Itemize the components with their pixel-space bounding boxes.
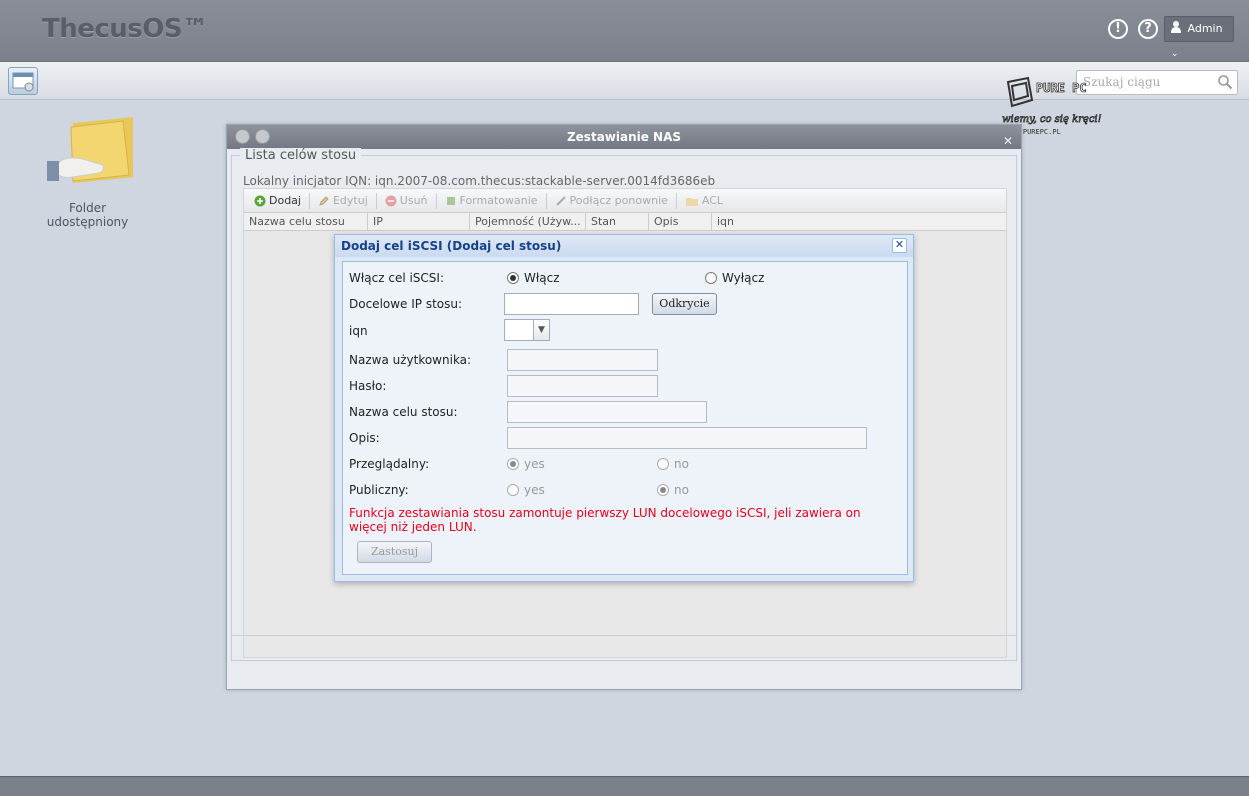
- desktop-shared-folder[interactable]: Folder udostępniony: [30, 115, 145, 229]
- description-input[interactable]: [507, 427, 867, 449]
- apply-button[interactable]: Zastosuj: [357, 541, 432, 563]
- target-ip-input[interactable]: [504, 293, 639, 315]
- dialog-close-icon[interactable]: ✕: [892, 238, 907, 253]
- browsable-label: Przeglądalny:: [349, 457, 430, 471]
- format-button[interactable]: Formatowanie: [441, 194, 542, 207]
- shared-folder-icon: [46, 117, 135, 183]
- desktop-shared-folder-label: Folder udostępniony: [46, 201, 129, 229]
- delete-button[interactable]: Usuń: [381, 194, 432, 207]
- iqn-select[interactable]: ▼: [504, 319, 550, 341]
- admin-label: Admin: [1187, 22, 1223, 35]
- grid-toolbar: Dodaj Edytuj Usuń Formatowanie Podłącz p…: [244, 189, 1006, 213]
- enable-target-label: Włącz cel iSCSI:: [349, 271, 444, 285]
- acl-label: ACL: [701, 194, 724, 207]
- dialog-form: Włącz cel iSCSI: Włącz Wyłącz Docelowe I…: [342, 261, 908, 575]
- public-yes-radio[interactable]: yes: [507, 483, 545, 497]
- toolbar-separator: [545, 192, 547, 209]
- calendar-icon: [12, 72, 34, 92]
- folder-icon: [685, 197, 698, 206]
- username-input[interactable]: [507, 349, 658, 371]
- format-label: Formatowanie: [459, 194, 538, 207]
- enable-on-radio[interactable]: Włącz: [507, 271, 560, 285]
- stacking-warning-text: Funkcja zestawiania stosu zamontuje pier…: [349, 506, 861, 534]
- iqn-label: iqn: [349, 324, 368, 338]
- top-bar: ThecusOS™ ! ? Admin ⌄: [0, 0, 1249, 62]
- dialog-title-bar[interactable]: Dodaj cel iSCSI (Dodaj cel stosu) ✕: [335, 235, 913, 257]
- column-header[interactable]: Opis: [649, 213, 712, 230]
- browsable-no-label: no: [674, 457, 689, 471]
- nas-stacking-app-icon[interactable]: [8, 67, 38, 95]
- description-label: Opis:: [349, 431, 380, 445]
- edit-icon: [319, 195, 329, 206]
- target-name-input[interactable]: [507, 401, 707, 423]
- reconnect-label: Podłącz ponownie: [569, 194, 668, 207]
- column-header[interactable]: iqn: [712, 213, 1006, 230]
- toolbar-separator: [375, 192, 377, 209]
- admin-menu-button[interactable]: Admin ⌄: [1164, 16, 1234, 59]
- add-label: Dodaj: [269, 194, 301, 207]
- toolbar-separator: [308, 192, 310, 209]
- enable-on-label: Włącz: [524, 271, 560, 285]
- add-icon: [254, 195, 266, 206]
- radio-selected-icon: [507, 272, 519, 284]
- chevron-down-icon[interactable]: ▼: [533, 320, 549, 340]
- password-label: Hasło:: [349, 379, 387, 393]
- toolbar-separator: [675, 192, 677, 209]
- window-title: Zestawianie NAS: [566, 130, 682, 144]
- public-label: Publiczny:: [349, 483, 409, 497]
- add-button[interactable]: Dodaj: [250, 194, 305, 207]
- bottom-taskbar: [0, 776, 1249, 796]
- public-no-radio[interactable]: no: [657, 483, 689, 497]
- close-icon[interactable]: ✕: [1003, 129, 1013, 153]
- reconnect-icon: [555, 195, 566, 206]
- delete-label: Usuń: [399, 194, 428, 207]
- radio-icon: [507, 484, 519, 496]
- public-yes-label: yes: [524, 483, 545, 497]
- enable-off-label: Wyłącz: [722, 271, 765, 285]
- username-label: Nazwa użytkownika:: [349, 353, 472, 367]
- format-icon: [446, 196, 455, 205]
- app-logo: ThecusOS™: [42, 14, 208, 44]
- discover-button[interactable]: Odkrycie: [652, 293, 717, 315]
- browsable-yes-label: yes: [524, 457, 545, 471]
- column-header[interactable]: Pojemność (Używ...: [470, 213, 586, 230]
- target-ip-label: Docelowe IP stosu:: [349, 297, 463, 311]
- column-header[interactable]: Stan: [586, 213, 649, 230]
- toolbar-separator: [435, 192, 437, 209]
- search-icon[interactable]: [1217, 74, 1233, 90]
- local-initiator-iqn: Lokalny inicjator IQN: iqn.2007-08.com.t…: [243, 174, 716, 188]
- back-icon[interactable]: [235, 129, 250, 144]
- reconnect-button[interactable]: Podłącz ponownie: [551, 194, 672, 207]
- window-footer: [231, 635, 1017, 685]
- fieldset-legend: Lista celów stosu: [240, 148, 362, 163]
- dialog-title: Dodaj cel iSCSI (Dodaj cel stosu): [341, 239, 562, 253]
- public-no-label: no: [674, 483, 689, 497]
- delete-icon: [385, 195, 397, 206]
- window-title-bar[interactable]: Zestawianie NAS ✕: [227, 125, 1021, 149]
- password-input[interactable]: [507, 375, 658, 397]
- alert-icon[interactable]: !: [1108, 19, 1128, 39]
- chevron-down-icon: ⌄: [1171, 49, 1179, 59]
- browsable-no-radio[interactable]: no: [657, 457, 689, 471]
- radio-selected-icon: [507, 458, 519, 470]
- column-header[interactable]: IP: [368, 213, 470, 230]
- acl-button[interactable]: ACL: [681, 194, 727, 207]
- edit-button[interactable]: Edytuj: [314, 194, 372, 207]
- column-header[interactable]: Nazwa celu stosu: [244, 213, 368, 230]
- help-icon[interactable]: ?: [1138, 19, 1158, 39]
- browsable-yes-radio[interactable]: yes: [507, 457, 545, 471]
- watermark-brand: PURE PC: [1036, 81, 1087, 95]
- target-name-label: Nazwa celu stosu:: [349, 405, 458, 419]
- radio-icon: [705, 272, 717, 284]
- enable-off-radio[interactable]: Wyłącz: [705, 271, 764, 285]
- radio-icon: [657, 458, 669, 470]
- add-iscsi-target-dialog: Dodaj cel iSCSI (Dodaj cel stosu) ✕ Włąc…: [334, 234, 914, 582]
- grid-header: Nazwa celu stosu IP Pojemność (Używ... S…: [244, 213, 1006, 231]
- edit-label: Edytuj: [332, 194, 368, 207]
- radio-selected-icon: [657, 484, 669, 496]
- forward-icon[interactable]: [255, 129, 270, 144]
- user-icon: [1171, 21, 1181, 33]
